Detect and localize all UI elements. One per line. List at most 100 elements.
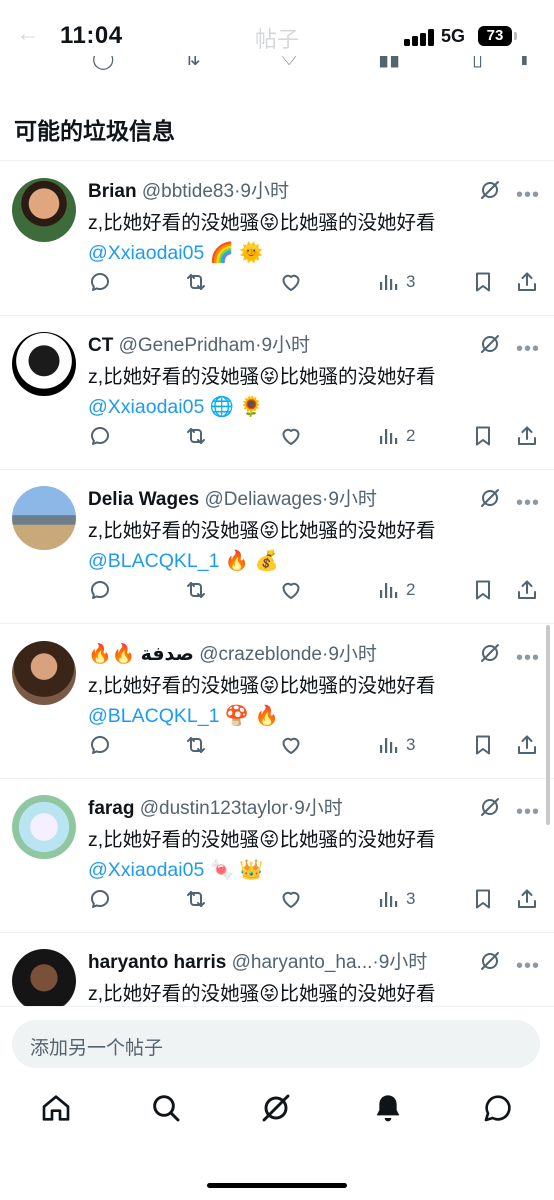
author-name[interactable]: Brian [88, 181, 137, 202]
views-icon[interactable]: 3 [376, 887, 415, 913]
network-type: 5G [441, 26, 466, 46]
author-name[interactable]: Delia Wages [88, 489, 199, 510]
tweet-row[interactable]: Brian @bbtide83·9小时 ••• z,比她好看的没她骚😝比她骚的没她好… [0, 162, 554, 316]
retweet-icon[interactable] [184, 424, 208, 450]
bookmark-icon[interactable] [471, 270, 495, 296]
tweet-time: 9小时 [240, 181, 289, 202]
avatar[interactable] [12, 795, 76, 859]
like-icon[interactable] [279, 887, 303, 913]
share-icon[interactable] [515, 424, 539, 450]
clock: 11:04 [60, 22, 123, 49]
bookmark-icon[interactable] [471, 578, 495, 604]
more-icon[interactable]: ••• [516, 647, 540, 670]
retweet-icon[interactable] [184, 578, 208, 604]
author-handle[interactable]: @Deliawages [205, 489, 323, 510]
retweet-icon[interactable] [184, 887, 208, 913]
tweet-time: 9小时 [328, 644, 377, 665]
grok-icon[interactable] [478, 949, 502, 973]
retweet-icon[interactable] [184, 733, 208, 759]
tab-bar [0, 1092, 554, 1142]
views-icon[interactable]: 2 [376, 424, 415, 450]
more-icon[interactable]: ••• [516, 338, 540, 361]
author-handle[interactable]: @crazeblonde [199, 644, 322, 665]
author-name[interactable]: 🔥🔥 صدفة [88, 644, 194, 665]
tweet-body-line-2: @Xxiaodai05 🌐 🌻 [88, 392, 538, 422]
author-handle[interactable]: @dustin123taylor [140, 798, 288, 819]
share-icon[interactable] [515, 887, 539, 913]
reply-icon[interactable] [88, 733, 112, 759]
tweet-time: 9小时 [378, 952, 428, 973]
tweet-text: z,比她好看的没她骚😝比她骚的没她好看 @Xxiaodai05 🍬 👑 [88, 825, 538, 885]
like-icon[interactable] [279, 578, 303, 604]
views-icon[interactable]: 3 [376, 733, 415, 759]
author-handle[interactable]: @haryanto_ha... [232, 952, 373, 973]
reply-composer[interactable]: 添加另一个帖子 [12, 1020, 540, 1068]
tweet-text: z,比她好看的没她骚😝比她骚的没她好看 @BLACQKL_1 🍄 🔥 [88, 671, 538, 731]
bookmark-icon[interactable] [471, 887, 495, 913]
grok-icon[interactable] [478, 178, 502, 202]
tweet-text: z,比她好看的没她骚😝比她骚的没她好看 [88, 979, 538, 1009]
home-indicator[interactable] [207, 1183, 347, 1188]
views-icon[interactable]: 3 [376, 270, 415, 296]
search-icon[interactable] [150, 1092, 182, 1124]
tweet-emojis: 🌈 🌞 [209, 242, 264, 264]
grok-icon[interactable] [478, 795, 502, 819]
views-count: 3 [406, 272, 416, 291]
scrollbar[interactable] [546, 625, 550, 825]
tweet-row[interactable]: CT @GenePridham·9小时 ••• z,比她好看的没她骚😝比她骚的没她好… [0, 316, 554, 470]
mention-link[interactable]: @Xxiaodai05 [88, 859, 204, 881]
mention-link[interactable]: @BLACQKL_1 [88, 550, 219, 572]
author-handle[interactable]: @GenePridham [119, 335, 256, 356]
more-icon[interactable]: ••• [516, 801, 540, 824]
share-icon[interactable] [515, 733, 539, 759]
grok-icon[interactable] [478, 486, 502, 510]
author-name[interactable]: farag [88, 798, 134, 819]
tweet-row[interactable]: 🔥🔥 صدفة @crazeblonde·9小时 ••• z,比她好看的没她骚😝比她… [0, 625, 554, 779]
tweet-actions: 3 [88, 887, 548, 915]
tweet-row[interactable]: farag @dustin123taylor·9小时 ••• z,比她好看的没她骚😝… [0, 779, 554, 933]
avatar[interactable] [12, 486, 76, 550]
share-icon[interactable] [515, 578, 539, 604]
avatar[interactable] [12, 332, 76, 396]
avatar[interactable] [12, 641, 76, 705]
previous-tweet-actions: ◯ ⇅ ♡ ▮▮ ▯ ⬆ [92, 56, 533, 70]
author-handle[interactable]: @bbtide83 [142, 181, 234, 202]
reply-icon[interactable] [88, 578, 112, 604]
grok-icon[interactable] [478, 332, 502, 356]
messages-icon[interactable] [482, 1092, 514, 1124]
tweet-emojis: 🔥 💰 [224, 550, 279, 572]
retweet-icon[interactable] [184, 270, 208, 296]
divider [0, 623, 554, 624]
avatar[interactable] [12, 178, 76, 242]
bookmark-icon[interactable] [471, 424, 495, 450]
like-icon[interactable] [279, 733, 303, 759]
mention-link[interactable]: @Xxiaodai05 [88, 396, 204, 418]
notifications-icon[interactable] [372, 1092, 404, 1124]
grok-icon[interactable] [478, 641, 502, 665]
views-icon[interactable]: 2 [376, 578, 415, 604]
reply-icon[interactable] [88, 887, 112, 913]
tweet-text: z,比她好看的没她骚😝比她骚的没她好看 @Xxiaodai05 🌐 🌻 [88, 362, 538, 422]
author-name[interactable]: haryanto harris [88, 952, 226, 973]
tweet-body-line-2: @Xxiaodai05 🌈 🌞 [88, 238, 538, 268]
avatar[interactable] [12, 949, 76, 1013]
mention-link[interactable]: @Xxiaodai05 [88, 242, 204, 264]
like-icon[interactable] [279, 270, 303, 296]
reply-icon[interactable] [88, 270, 112, 296]
tweet-row[interactable]: Delia Wages @Deliawages·9小时 ••• z,比她好看的没她骚… [0, 470, 554, 624]
bookmark-icon[interactable] [471, 733, 495, 759]
views-count: 2 [406, 580, 416, 599]
more-icon[interactable]: ••• [516, 955, 540, 978]
share-icon[interactable] [515, 270, 539, 296]
home-icon[interactable] [40, 1092, 72, 1124]
mention-link[interactable]: @BLACQKL_1 [88, 705, 219, 727]
author-name[interactable]: CT [88, 335, 113, 356]
like-icon[interactable] [279, 424, 303, 450]
more-icon[interactable]: ••• [516, 184, 540, 207]
signal-icon [404, 28, 436, 46]
reply-icon[interactable] [88, 424, 112, 450]
views-count: 3 [406, 889, 416, 908]
tweet-body-line-2: @Xxiaodai05 🍬 👑 [88, 855, 538, 885]
more-icon[interactable]: ••• [516, 492, 540, 515]
grok-icon[interactable] [260, 1092, 292, 1124]
